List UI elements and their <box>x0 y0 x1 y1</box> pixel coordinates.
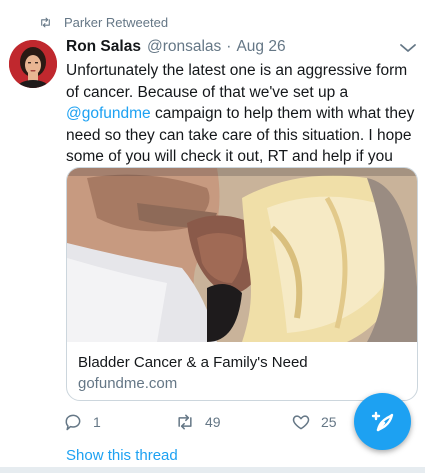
show-thread-link[interactable]: Show this thread <box>66 447 178 464</box>
reply-icon <box>65 414 81 431</box>
header-separator: · <box>226 38 232 55</box>
compose-tweet-button[interactable] <box>354 393 411 450</box>
like-button[interactable]: 25 <box>291 412 337 432</box>
reply-button[interactable]: 1 <box>63 412 101 432</box>
tweet[interactable]: Parker Retweeted Ron Salas @ronsalas · A… <box>0 0 425 473</box>
retweet-count: 49 <box>205 414 221 430</box>
retweet-button[interactable]: 49 <box>175 412 221 432</box>
mention-link[interactable]: @gofundme <box>66 105 151 122</box>
avatar[interactable] <box>9 40 57 88</box>
like-icon <box>292 415 310 430</box>
retweet-context: Parker Retweeted <box>39 15 168 30</box>
card-title[interactable]: Bladder Cancer & a Family's Need <box>78 354 308 371</box>
like-count: 25 <box>321 414 337 430</box>
retweet-label: Parker Retweeted <box>64 15 169 30</box>
retweet-icon <box>178 414 192 430</box>
tweet-text-start: Unfortunately the latest one is an aggre… <box>66 62 408 101</box>
bottom-divider <box>0 467 425 473</box>
compose-icon <box>371 411 393 431</box>
author-name[interactable]: Ron Salas <box>66 38 141 56</box>
tweet-date[interactable]: Aug 26 <box>236 38 285 56</box>
retweet-icon <box>41 17 50 28</box>
link-card[interactable]: Bladder Cancer & a Family's Need gofundm… <box>66 167 418 401</box>
card-image <box>67 168 417 342</box>
tweet-header: Ron Salas @ronsalas · Aug 26 <box>66 38 286 56</box>
card-domain: gofundme.com <box>78 375 178 392</box>
author-handle[interactable]: @ronsalas <box>147 38 221 56</box>
reply-count: 1 <box>93 414 101 430</box>
chevron-down-icon[interactable] <box>398 40 418 56</box>
